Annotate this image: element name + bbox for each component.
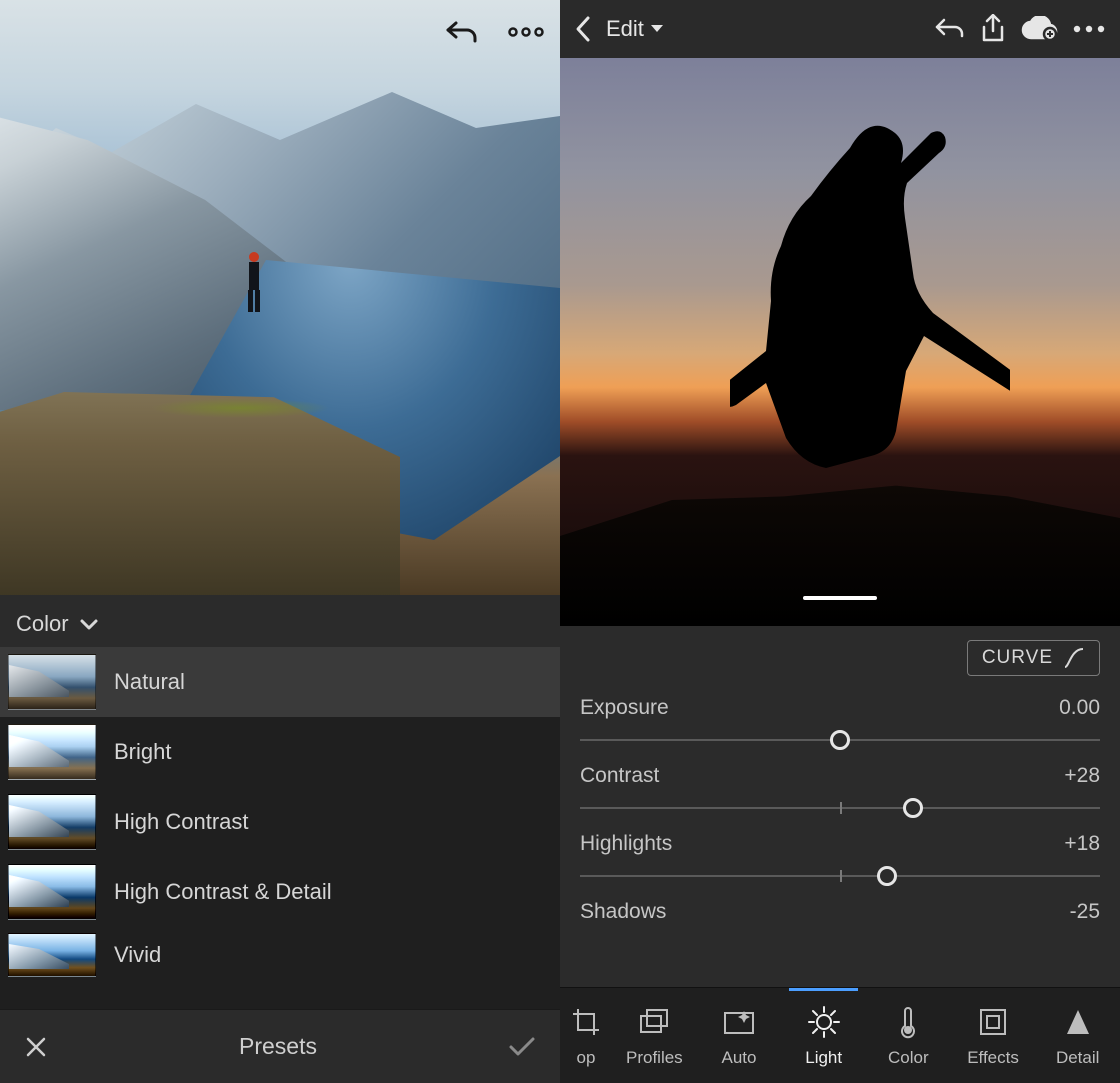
preset-thumb <box>8 933 96 977</box>
edit-menu[interactable]: Edit <box>606 16 664 42</box>
edit-tabbar: op Profiles Auto Light Color <box>560 987 1120 1083</box>
detail-icon <box>1060 1004 1096 1040</box>
share-icon[interactable] <box>980 14 1006 44</box>
slider-shadows[interactable]: Shadows -25 <box>580 894 1100 934</box>
preset-thumb <box>8 654 96 710</box>
preset-item-vivid[interactable]: Vivid <box>0 927 560 983</box>
preset-item-highcontrast[interactable]: High Contrast <box>0 787 560 857</box>
preset-thumb <box>8 794 96 850</box>
slider-highlights[interactable]: Highlights +18 <box>580 826 1100 894</box>
tab-label: Auto <box>722 1048 757 1068</box>
preset-group-dropdown[interactable]: Color <box>0 595 560 647</box>
slider-name: Highlights <box>580 832 672 856</box>
preset-screen: Color Natural Bright High Contrast High … <box>0 0 560 1083</box>
preview-image[interactable] <box>0 0 560 595</box>
undo-icon[interactable] <box>444 14 480 50</box>
curve-button[interactable]: CURVE <box>967 640 1100 676</box>
tab-crop[interactable]: op <box>560 988 612 1083</box>
preset-label: Natural <box>114 669 185 695</box>
bottombar-title: Presets <box>239 1033 317 1060</box>
preset-panel: Color Natural Bright High Contrast High … <box>0 595 560 1083</box>
edit-toolbar: Edit <box>560 0 1120 58</box>
tab-label: Color <box>888 1048 929 1068</box>
slider-name: Exposure <box>580 696 669 720</box>
edit-menu-label: Edit <box>606 16 644 42</box>
slider-name: Contrast <box>580 764 659 788</box>
preset-label: Bright <box>114 739 171 765</box>
preset-bottombar: Presets <box>0 1009 560 1083</box>
more-icon[interactable] <box>508 14 544 50</box>
light-icon <box>806 1004 842 1040</box>
tab-effects[interactable]: Effects <box>951 988 1036 1083</box>
preset-group-label: Color <box>16 611 69 637</box>
preset-item-highcontrast-detail[interactable]: High Contrast & Detail <box>0 857 560 927</box>
thermometer-icon <box>890 1004 926 1040</box>
slider-value: -25 <box>1070 900 1100 924</box>
preset-label: Vivid <box>114 942 161 968</box>
effects-icon <box>975 1004 1011 1040</box>
tab-detail[interactable]: Detail <box>1035 988 1120 1083</box>
drag-handle-icon[interactable] <box>803 596 877 600</box>
preset-item-natural[interactable]: Natural <box>0 647 560 717</box>
curve-icon <box>1063 647 1085 669</box>
back-icon[interactable] <box>574 15 592 43</box>
preset-item-bright[interactable]: Bright <box>0 717 560 787</box>
tab-light[interactable]: Light <box>781 988 866 1083</box>
cloud-add-icon[interactable] <box>1020 16 1058 42</box>
preset-thumb <box>8 864 96 920</box>
profiles-icon <box>636 1004 672 1040</box>
edit-screen: Edit <box>560 0 1120 1083</box>
check-icon[interactable] <box>508 1036 536 1058</box>
tab-auto[interactable]: Auto <box>697 988 782 1083</box>
preset-list: Natural Bright High Contrast High Contra… <box>0 647 560 1009</box>
slider-value: +28 <box>1064 764 1100 788</box>
slider-value: +18 <box>1064 832 1100 856</box>
tab-label: Profiles <box>626 1048 683 1068</box>
curve-label: CURVE <box>982 647 1053 669</box>
silhouette <box>730 118 1010 498</box>
undo-icon[interactable] <box>934 17 966 41</box>
caret-down-icon <box>650 24 664 34</box>
tab-label: Light <box>805 1048 842 1068</box>
close-icon[interactable] <box>24 1035 48 1059</box>
tab-label: op <box>577 1048 596 1068</box>
slider-name: Shadows <box>580 900 666 924</box>
preset-label: High Contrast <box>114 809 249 835</box>
preset-label: High Contrast & Detail <box>114 879 332 905</box>
preview-image[interactable] <box>560 58 1120 626</box>
light-panel: CURVE Exposure 0.00 Contrast +28 Highlig… <box>560 626 1120 987</box>
slider-contrast[interactable]: Contrast +28 <box>580 758 1100 826</box>
slider-exposure[interactable]: Exposure 0.00 <box>580 690 1100 758</box>
auto-icon <box>721 1004 757 1040</box>
tab-profiles[interactable]: Profiles <box>612 988 697 1083</box>
slider-value: 0.00 <box>1059 696 1100 720</box>
tab-label: Detail <box>1056 1048 1099 1068</box>
crop-icon <box>568 1004 604 1040</box>
chevron-down-icon <box>79 617 99 631</box>
more-icon[interactable] <box>1072 24 1106 34</box>
tab-color[interactable]: Color <box>866 988 951 1083</box>
preset-thumb <box>8 724 96 780</box>
tab-label: Effects <box>967 1048 1019 1068</box>
